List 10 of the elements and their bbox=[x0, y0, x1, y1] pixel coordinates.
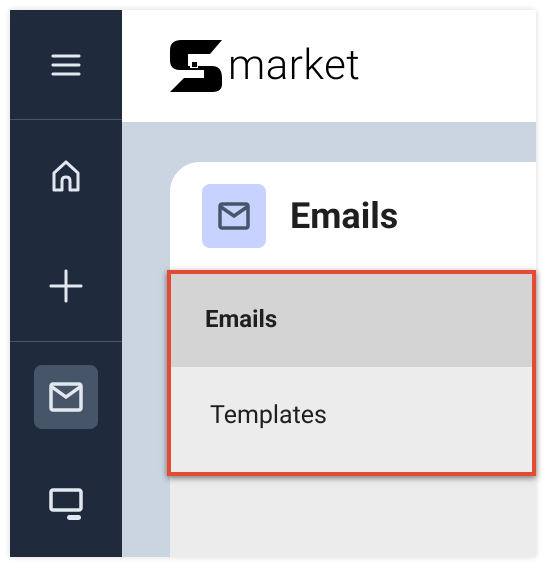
home-icon bbox=[51, 158, 81, 193]
mail-button[interactable] bbox=[34, 365, 98, 430]
mail-icon bbox=[49, 382, 83, 412]
mail-badge-icon bbox=[202, 184, 266, 248]
logo-icon bbox=[170, 40, 222, 92]
add-icon bbox=[49, 268, 83, 303]
monitor-icon bbox=[49, 488, 83, 522]
logo-text: market bbox=[228, 45, 360, 87]
page-title: Emails bbox=[290, 194, 398, 239]
menu-icon bbox=[51, 52, 81, 77]
